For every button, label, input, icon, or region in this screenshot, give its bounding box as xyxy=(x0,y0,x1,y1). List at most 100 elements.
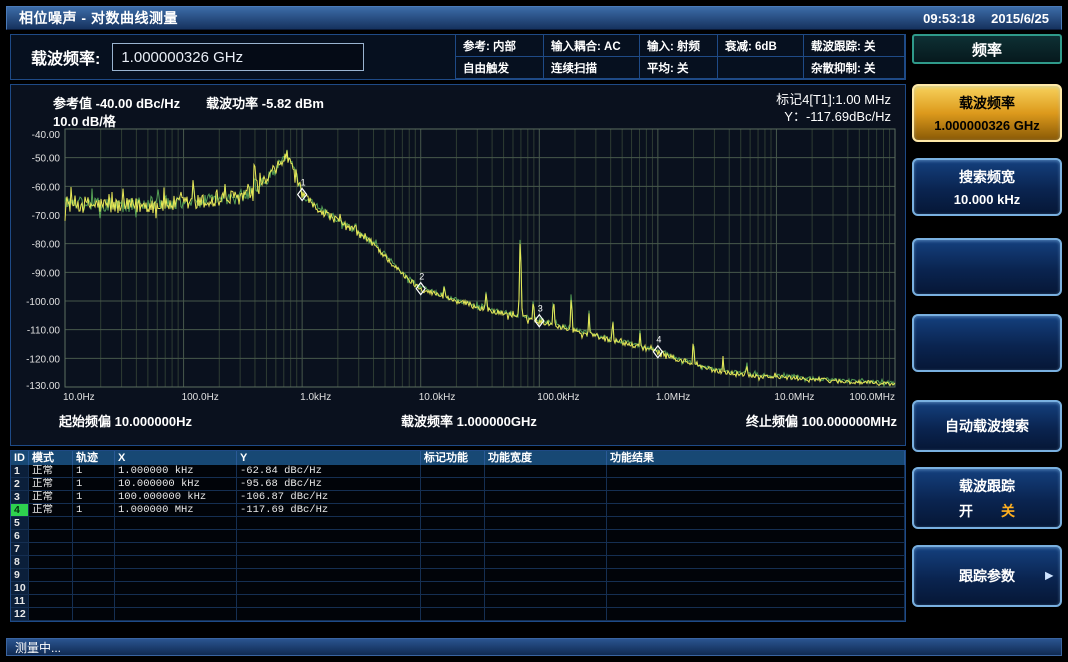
marker-cell xyxy=(421,582,485,594)
time-text: 09:53:18 xyxy=(923,11,975,26)
marker-cell xyxy=(29,543,73,555)
marker-cell: 1.000000 kHz xyxy=(115,465,237,477)
status-bar: 测量中... xyxy=(6,638,1062,656)
marker-column-header: Y xyxy=(237,451,421,465)
marker-cell xyxy=(485,556,607,568)
softkey-auto-carrier-search[interactable]: 自动载波搜索 xyxy=(912,400,1062,452)
marker-cell: 7 xyxy=(11,543,29,555)
marker-cell: 1 xyxy=(11,465,29,477)
on-off-toggle: 开 关 xyxy=(959,501,1015,521)
marker-cell: 1 xyxy=(73,478,115,490)
marker-cell: 1.000000 MHz xyxy=(115,504,237,516)
marker-cell: 100.000000 kHz xyxy=(115,491,237,503)
marker-cell xyxy=(29,569,73,581)
marker-table-row[interactable]: 4正常11.000000 MHz-117.69 dBc/Hz xyxy=(11,504,905,517)
carrier-power-text: 载波功率 -5.82 dBm xyxy=(206,93,324,112)
softkey-sidebar: 频率 载波频率 1.000000326 GHz 搜索频宽 10.000 kHz … xyxy=(912,34,1062,640)
softkey-carrier-tracking[interactable]: 载波跟踪 开 关 xyxy=(912,467,1062,529)
marker-table-row[interactable]: 2正常110.000000 kHz-95.68 dBc/Hz xyxy=(11,478,905,491)
marker-table-row[interactable]: 1正常11.000000 kHz-62.84 dBc/Hz xyxy=(11,465,905,478)
softkey-empty-1[interactable] xyxy=(912,238,1062,296)
softkey-auto-label: 自动载波搜索 xyxy=(945,416,1029,436)
carrier-frequency-label: 载波频率: xyxy=(31,45,100,69)
softkey-carrier-frequency[interactable]: 载波频率 1.000000326 GHz xyxy=(912,84,1062,142)
marker-cell: 12 xyxy=(11,608,29,620)
carrier-frequency-input[interactable] xyxy=(112,43,364,71)
marker-table-row[interactable]: 11 xyxy=(11,595,905,608)
marker-cell xyxy=(485,478,607,490)
svg-text:-80.00: -80.00 xyxy=(32,240,61,251)
marker-cell xyxy=(73,608,115,620)
marker-cell: 8 xyxy=(11,556,29,568)
reference-level-text: 参考值 -40.00 dBc/Hz xyxy=(53,93,180,112)
softkey-params-label: 跟踪参数 xyxy=(959,566,1015,586)
carrier-frequency-footer-label: 载波频率 1.000000GHz xyxy=(401,411,537,430)
marker-table-body: 1正常11.000000 kHz-62.84 dBc/Hz2正常110.0000… xyxy=(11,465,905,621)
marker-cell xyxy=(607,478,905,490)
marker-cell xyxy=(485,491,607,503)
marker-cell xyxy=(29,517,73,529)
marker-table-row[interactable]: 6 xyxy=(11,530,905,543)
marker-cell xyxy=(115,517,237,529)
marker-cell xyxy=(29,556,73,568)
svg-text:-50.00: -50.00 xyxy=(32,154,61,165)
marker-column-header: 标记功能 xyxy=(421,451,485,465)
marker-cell xyxy=(485,530,607,542)
marker-cell xyxy=(115,582,237,594)
toggle-off-option[interactable]: 关 xyxy=(1001,501,1015,521)
svg-text:2: 2 xyxy=(419,272,424,282)
marker-cell xyxy=(237,517,421,529)
marker-column-header: 模式 xyxy=(29,451,73,465)
marker-cell xyxy=(485,569,607,581)
marker-cell xyxy=(485,595,607,607)
marker-cell xyxy=(29,608,73,620)
marker-cell: 11 xyxy=(11,595,29,607)
marker-cell: 1 xyxy=(73,465,115,477)
softkey-tracking-parameters[interactable]: 跟踪参数 ▶ xyxy=(912,545,1062,607)
toggle-on-option[interactable]: 开 xyxy=(959,501,973,521)
marker-table-row[interactable]: 10 xyxy=(11,582,905,595)
settings-cell: 输入: 射频 xyxy=(640,35,718,57)
marker-cell: 3 xyxy=(11,491,29,503)
svg-text:100.0Hz: 100.0Hz xyxy=(182,392,219,403)
marker-table: ID模式轨迹XY标记功能功能宽度功能结果 1正常11.000000 kHz-62… xyxy=(10,450,906,622)
marker-cell xyxy=(607,504,905,516)
marker-column-header: 功能宽度 xyxy=(485,451,607,465)
svg-text:1.0MHz: 1.0MHz xyxy=(656,392,690,403)
marker-cell xyxy=(237,543,421,555)
marker-table-row[interactable]: 12 xyxy=(11,608,905,621)
status-text: 测量中... xyxy=(15,639,61,656)
svg-text:-120.00: -120.00 xyxy=(26,354,60,365)
svg-text:-130.00: -130.00 xyxy=(26,381,60,392)
marker-table-row[interactable]: 7 xyxy=(11,543,905,556)
marker-cell xyxy=(421,517,485,529)
submenu-arrow-icon: ▶ xyxy=(1045,571,1053,582)
svg-text:100.0kHz: 100.0kHz xyxy=(537,392,579,403)
settings-cell: 载波跟踪: 关 xyxy=(804,35,905,57)
chart-footer: 起始频偏 10.000000Hz 载波频率 1.000000GHz 终止频偏 1… xyxy=(59,411,897,430)
marker-table-row[interactable]: 5 xyxy=(11,517,905,530)
marker-cell xyxy=(607,569,905,581)
softkey-search-span[interactable]: 搜索频宽 10.000 kHz xyxy=(912,158,1062,216)
marker-table-row[interactable]: 9 xyxy=(11,569,905,582)
softkey-empty-2[interactable] xyxy=(912,314,1062,372)
marker-cell xyxy=(237,556,421,568)
stop-offset-label: 终止频偏 100.000000MHz xyxy=(746,411,897,430)
svg-text:1: 1 xyxy=(301,177,306,187)
marker-cell xyxy=(485,608,607,620)
marker-cell xyxy=(607,530,905,542)
marker-cell xyxy=(421,491,485,503)
marker-cell: -106.87 dBc/Hz xyxy=(237,491,421,503)
marker-table-row[interactable]: 3正常1100.000000 kHz-106.87 dBc/Hz xyxy=(11,491,905,504)
marker-table-row[interactable]: 8 xyxy=(11,556,905,569)
marker-table-header: ID模式轨迹XY标记功能功能宽度功能结果 xyxy=(11,451,905,465)
settings-row-1: 参考: 内部输入耦合: AC输入: 射频衰减: 6dB载波跟踪: 关 xyxy=(456,35,905,57)
marker-column-header: ID xyxy=(11,451,29,465)
phase-noise-chart-panel: 参考值 -40.00 dBc/Hz 载波功率 -5.82 dBm 10.0 dB… xyxy=(10,84,906,446)
marker-cell xyxy=(115,543,237,555)
marker-cell: 4 xyxy=(11,504,29,516)
start-offset-label: 起始频偏 10.000000Hz xyxy=(59,411,192,430)
marker-cell xyxy=(237,569,421,581)
settings-cell: 连续扫描 xyxy=(544,57,640,79)
settings-cell: 平均: 关 xyxy=(640,57,718,79)
